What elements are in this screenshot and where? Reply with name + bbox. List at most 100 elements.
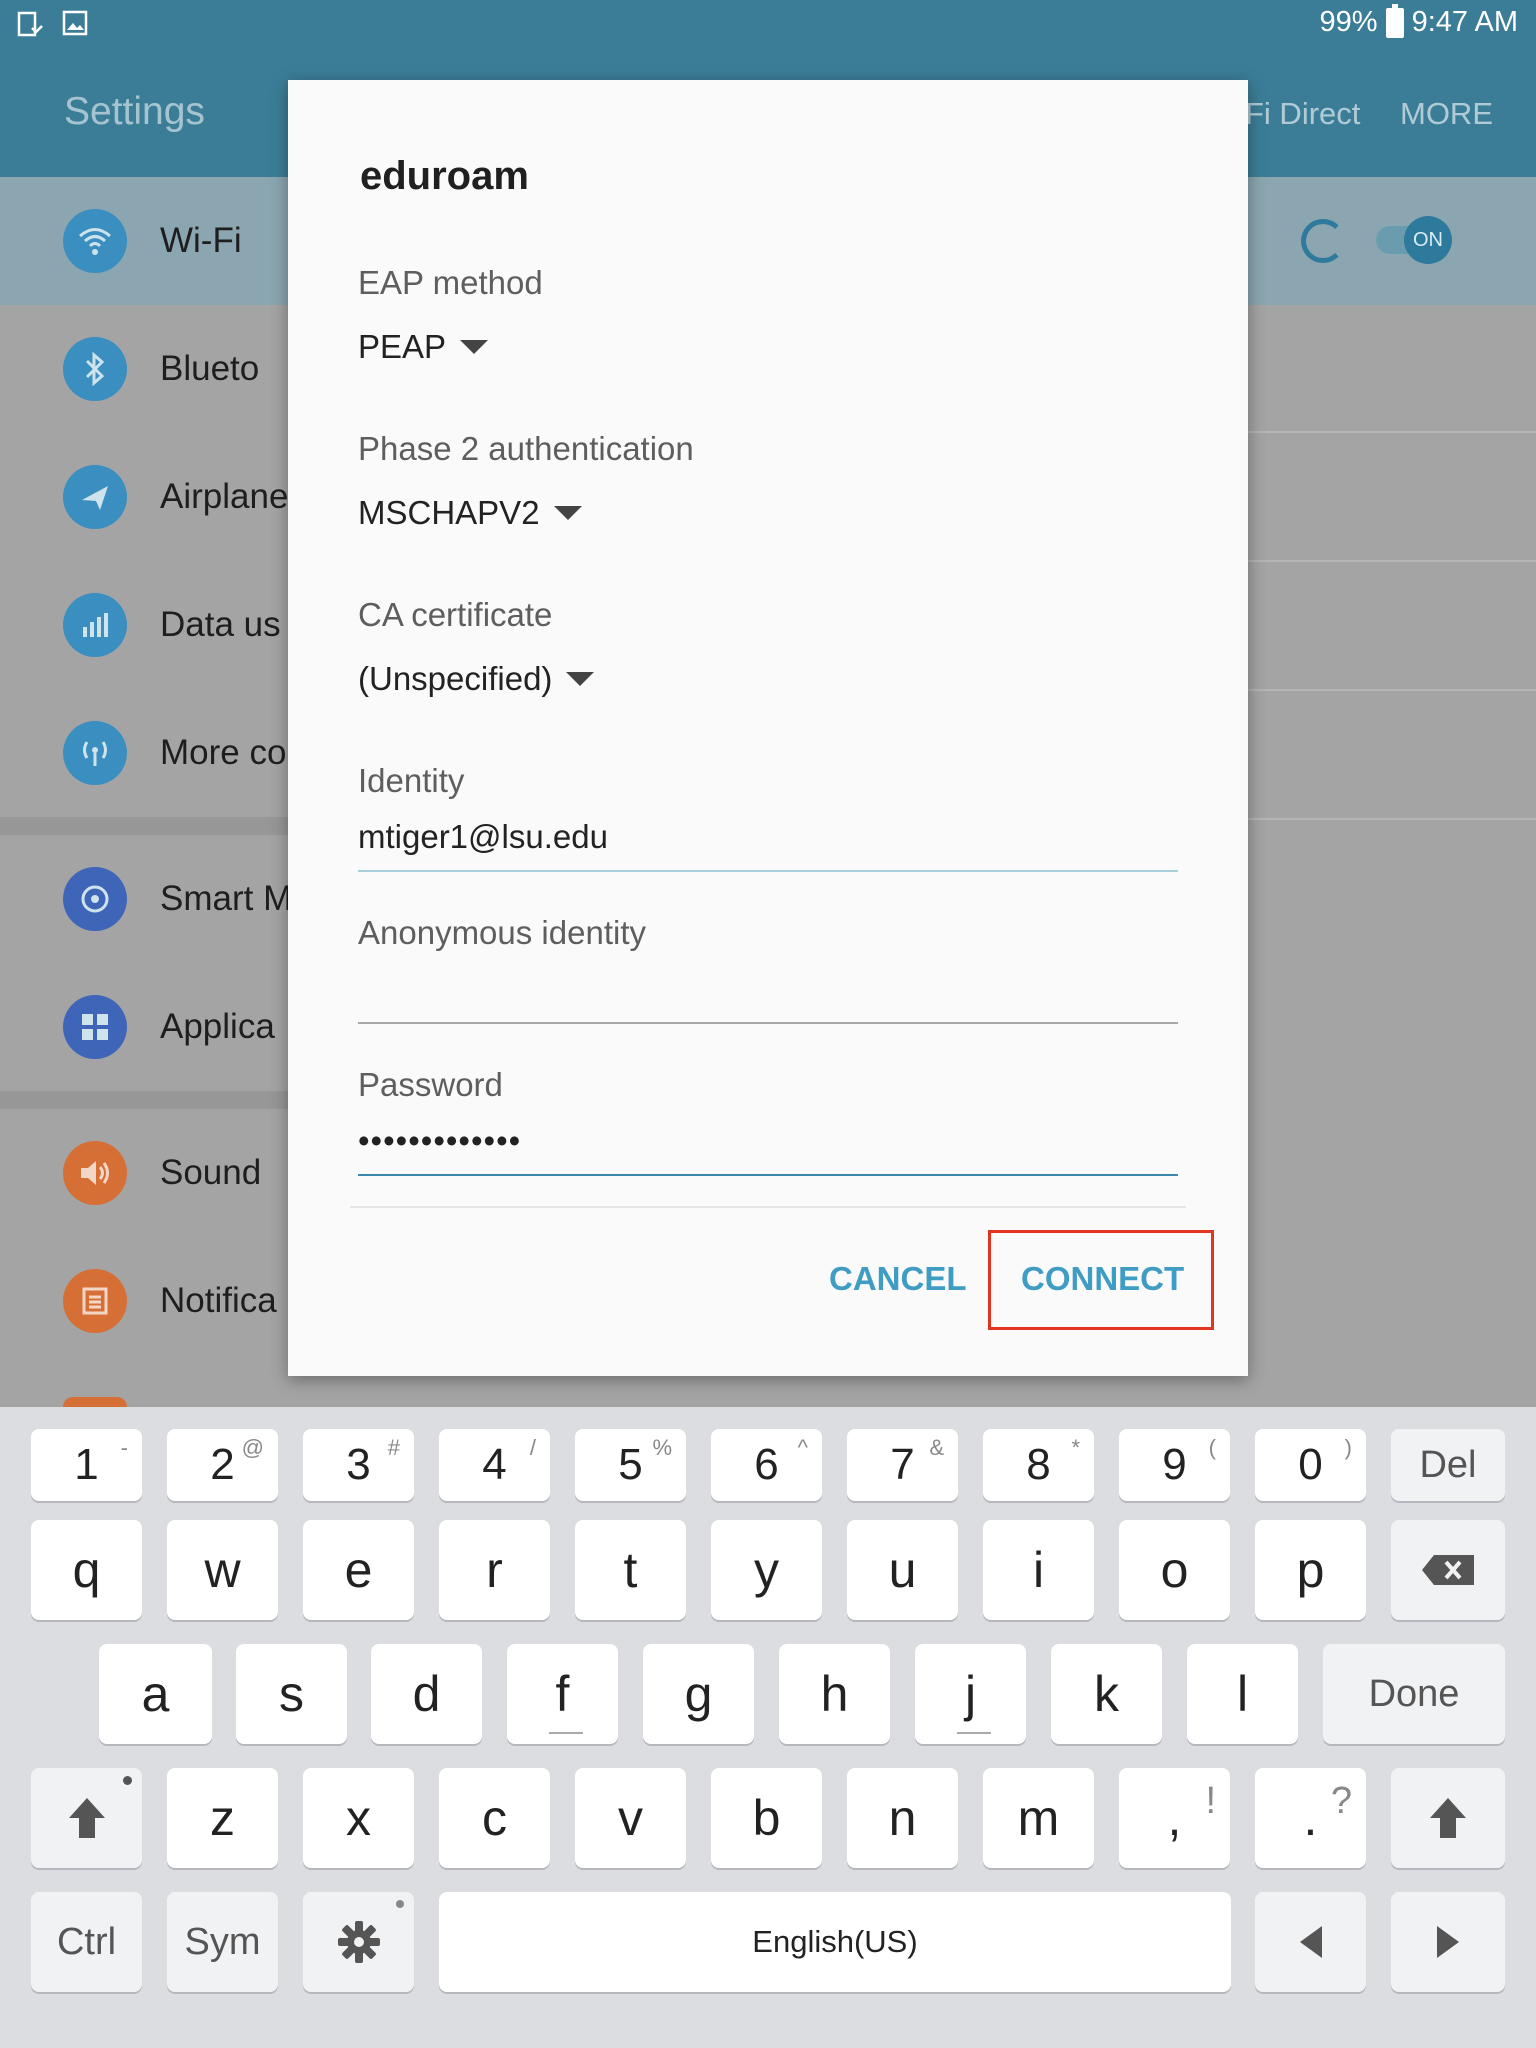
settings-item-label: Sound [160,1153,262,1192]
key-char: e [344,1542,373,1598]
dialog-title: eduroam [360,154,529,198]
key-d[interactable]: d [371,1644,482,1744]
key-t[interactable]: t [575,1520,686,1620]
home-row-marker [957,1732,991,1734]
data-usage-icon [63,593,127,657]
key-z[interactable]: z [167,1768,278,1868]
shift-key-left[interactable] [31,1768,142,1868]
key-char: x [346,1790,371,1846]
key-i[interactable]: i [983,1520,1094,1620]
key-j[interactable]: j [915,1644,1026,1744]
wifi-direct-button[interactable]: Fi Direct [1245,96,1360,132]
anonymous-identity-label: Anonymous identity [358,914,646,951]
key-char: k [1094,1666,1119,1722]
key-char: m [1017,1790,1060,1846]
key-x[interactable]: x [303,1768,414,1868]
key-char: p [1296,1542,1325,1598]
space-key[interactable]: English(US) [439,1892,1231,1992]
key-n[interactable]: n [847,1768,958,1868]
key-9[interactable]: 9( [1119,1429,1230,1501]
settings-key[interactable] [303,1892,414,1992]
wifi-icon [63,209,127,273]
settings-item-label: More co [160,733,287,772]
shift-key-right[interactable] [1391,1768,1505,1868]
anonymous-identity-input[interactable] [358,964,1178,1024]
key-char: c [482,1790,507,1846]
identity-input[interactable]: mtiger1@lsu.edu [358,812,1178,872]
key-char: a [141,1666,170,1722]
dropdown-caret-icon [553,506,582,520]
arrow-right-icon [1437,1926,1459,1958]
key-c[interactable]: c [439,1768,550,1868]
key-b[interactable]: b [711,1768,822,1868]
sym-key[interactable]: Sym [167,1892,278,1992]
gear-icon [337,1921,380,1963]
key-char: 2 [210,1440,235,1489]
key-char: 7 [890,1440,915,1489]
phase2-auth-select[interactable]: MSCHAPV2 [358,494,582,532]
key-m[interactable]: m [983,1768,1094,1868]
scanning-spinner-icon [1301,219,1345,263]
key-p[interactable]: p [1255,1520,1366,1620]
battery-icon [1385,3,1404,38]
key-s[interactable]: s [236,1644,347,1744]
cursor-right-key[interactable] [1391,1892,1505,1992]
gallery-notification-icon [62,10,88,36]
backspace-key[interactable] [1391,1520,1505,1620]
key-alt-char: ( [1208,1435,1216,1460]
key-0[interactable]: 0) [1255,1429,1366,1501]
key-3[interactable]: 3 # [303,1429,414,1501]
wifi-toggle-knob[interactable]: ON [1404,216,1452,264]
key-label: Ctrl [56,1920,117,1963]
key-char: h [820,1666,849,1722]
ca-certificate-select[interactable]: (Unspecified) [358,660,595,698]
backspace-icon [1422,1555,1474,1585]
settings-item-label: Applica [160,1007,275,1046]
key-char: f [555,1666,570,1722]
key-a[interactable]: a [99,1644,212,1744]
phase2-auth-label: Phase 2 authentication [358,430,694,467]
key-5[interactable]: 5% [575,1429,686,1501]
key-r[interactable]: r [439,1520,550,1620]
key-1[interactable]: 1- [31,1429,142,1501]
key-o[interactable]: o [1119,1520,1230,1620]
done-key[interactable]: Done [1323,1644,1505,1744]
dialog-divider [350,1206,1186,1208]
key-2[interactable]: 2 @ [167,1429,278,1501]
key-q[interactable]: q [31,1520,142,1620]
more-button[interactable]: MORE [1400,96,1493,132]
key-alt-char: - [120,1435,128,1460]
status-bar: 99% 9:47 AM [0,0,1536,50]
key-4[interactable]: 4/ [439,1429,550,1501]
key-label: Sym [184,1920,261,1963]
eduroam-dialog: eduroam EAP method PEAP Phase 2 authenti… [288,80,1248,1376]
key-l[interactable]: l [1187,1644,1298,1744]
key-y[interactable]: y [711,1520,822,1620]
key-6[interactable]: 6 ^ [711,1429,822,1501]
key-char: 3 [346,1440,371,1489]
key-7[interactable]: 7 & [847,1429,958,1501]
key-e[interactable]: e [303,1520,414,1620]
key-w[interactable]: w [167,1520,278,1620]
key-f[interactable]: f [507,1644,618,1744]
del-key[interactable]: Del [1391,1429,1505,1501]
airplane-icon [63,465,127,529]
cursor-left-key[interactable] [1255,1892,1366,1992]
key-g[interactable]: g [643,1644,754,1744]
key-comma[interactable]: ,! [1119,1768,1230,1868]
key-char: j [964,1666,977,1722]
eap-method-select[interactable]: PEAP [358,328,489,366]
key-v[interactable]: v [575,1768,686,1868]
key-alt-char: / [529,1435,536,1460]
cancel-button[interactable]: CANCEL [829,1260,967,1298]
key-u[interactable]: u [847,1520,958,1620]
key-k[interactable]: k [1051,1644,1162,1744]
key-char: g [684,1666,713,1722]
key-period[interactable]: .? [1255,1768,1366,1868]
key-h[interactable]: h [779,1644,890,1744]
password-input[interactable]: ••••••••••••• [358,1116,1178,1176]
ctrl-key[interactable]: Ctrl [31,1892,142,1992]
partial-settings-icon [63,1397,127,1407]
notifications-icon [63,1269,127,1333]
key-8[interactable]: 8 * [983,1429,1094,1501]
